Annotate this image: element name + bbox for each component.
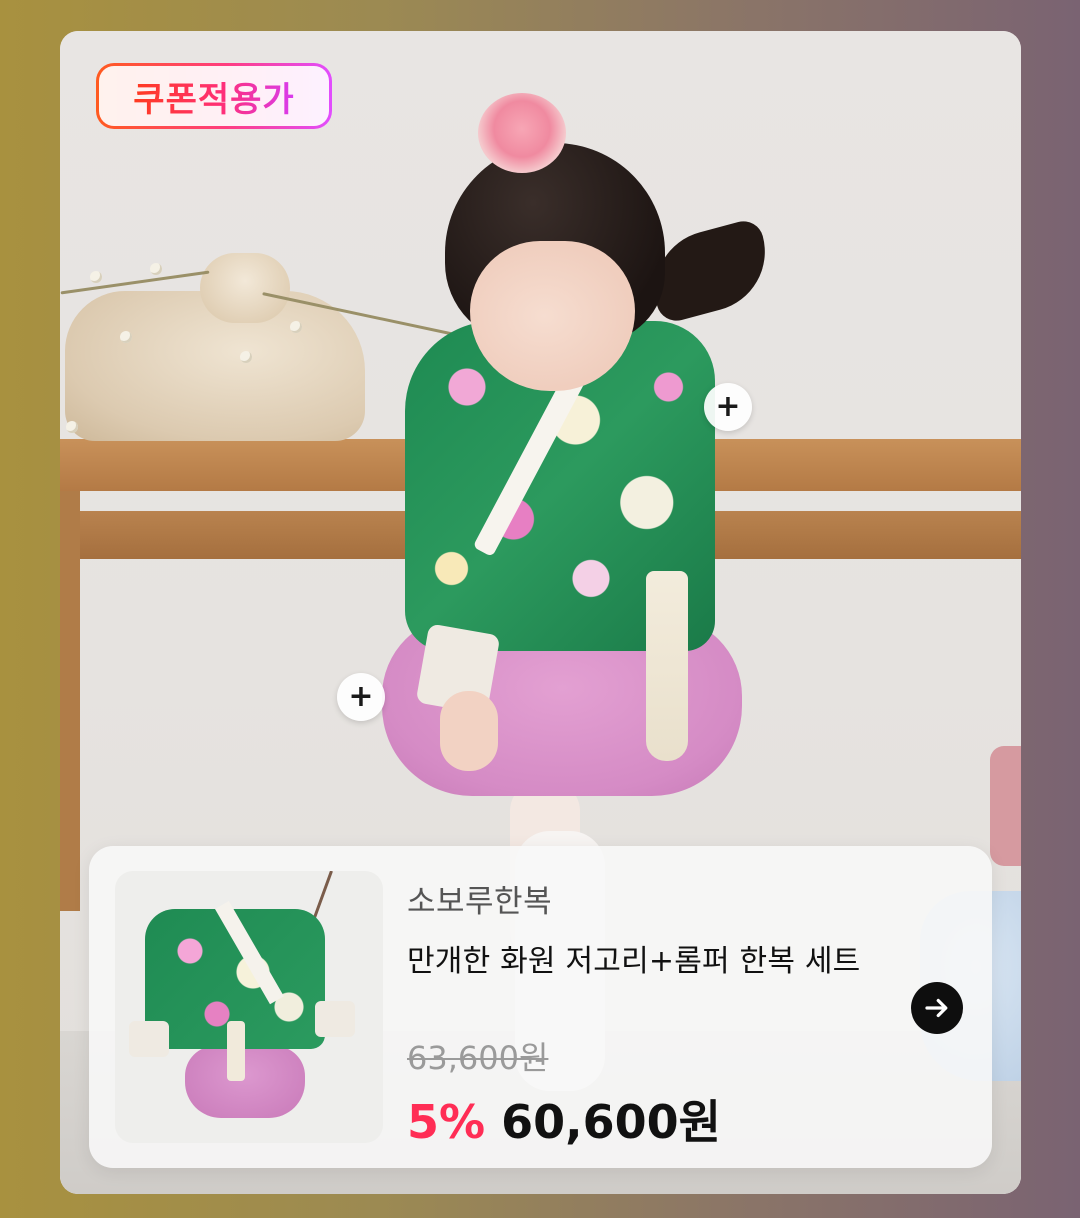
child-face [470,241,635,391]
child-hand [440,691,498,771]
go-to-product-button[interactable] [911,982,963,1034]
headband-flower [478,93,566,173]
product-name[interactable]: 만개한 화원 저고리+롬퍼 한복 세트 [407,936,860,980]
thumbnail-tassel [227,1021,245,1081]
berry [240,351,252,363]
berry [120,331,132,343]
discount-rate: 5% [407,1095,486,1149]
thumbnail-cuff [315,1001,355,1037]
coupon-badge: 쿠폰적용가 [96,63,332,129]
berry [150,263,162,275]
thumbnail-cuff [129,1021,169,1057]
sale-price: 60,600원 [501,1095,721,1149]
berry [290,321,302,333]
berry [66,421,78,433]
fabric-bundle-knot [200,253,290,323]
berry [90,271,102,283]
tassel [646,571,688,761]
thumbnail-romper [185,1046,305,1118]
original-price: 63,600원 [407,1039,549,1077]
product-info-panel[interactable]: 소보루한복 만개한 화원 저고리+롬퍼 한복 세트 63,600원 5% 60,… [89,846,992,1168]
product-hotspot-plus-icon[interactable]: + [704,383,752,431]
product-card[interactable]: 쿠폰적용가 + + 소보루한복 만개한 화원 저고리+롬퍼 한복 세트 63,6… [60,31,1021,1194]
sale-price-row: 5% 60,600원 [407,1086,721,1152]
product-thumbnail[interactable] [115,871,383,1143]
brand-name[interactable]: 소보루한복 [407,876,552,921]
arrow-right-icon [925,998,948,1018]
bench-leg [60,491,80,911]
coupon-badge-label: 쿠폰적용가 [133,72,294,121]
product-hotspot-plus-icon[interactable]: + [337,673,385,721]
coupon-badge-inner: 쿠폰적용가 [99,66,329,126]
bag-right [990,746,1021,866]
